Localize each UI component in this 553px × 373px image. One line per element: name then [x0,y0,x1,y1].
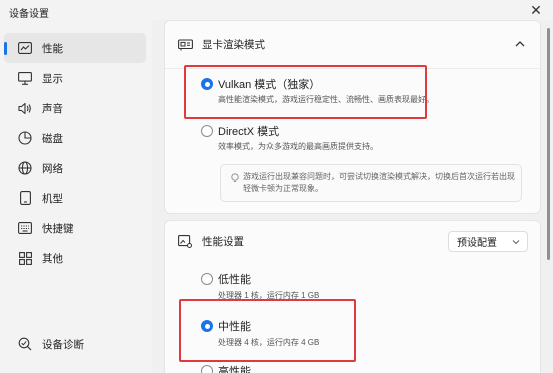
sidebar-item-label: 声音 [42,102,63,115]
radio-unselected[interactable] [201,125,213,137]
close-icon[interactable]: ✕ [529,4,543,18]
sidebar-item-label: 设备诊断 [42,338,84,351]
search-icon [17,336,33,352]
preset-select[interactable]: 预设配置 [448,231,528,252]
highlight-box-mid-perf [179,299,356,362]
radio-unselected[interactable] [201,273,213,285]
window-title: 设备设置 [9,8,49,20]
sidebar-item-label: 其他 [42,252,63,265]
monitor-icon [17,70,33,86]
sidebar: 性能 显示 声音 磁盘 网络 机型 快捷键 其他 设备诊断 [0,24,152,373]
lightbulb-icon [231,173,239,182]
sidebar-item-performance[interactable]: 性能 [4,33,146,63]
sidebar-item-model[interactable]: 机型 [4,183,146,213]
sidebar-item-disk[interactable]: 磁盘 [4,123,146,153]
speaker-icon [17,100,33,116]
active-indicator [4,42,7,55]
sidebar-item-diagnostics[interactable]: 设备诊断 [4,329,146,359]
sidebar-item-label: 网络 [42,162,63,175]
chevron-down-icon [512,240,520,245]
grid-icon [17,250,33,266]
scrollbar[interactable] [547,28,550,260]
sidebar-item-label: 快捷键 [42,222,74,235]
keyboard-icon [17,220,33,236]
sidebar-item-label: 磁盘 [42,132,63,145]
disk-icon [17,130,33,146]
option-label: DirectX 模式 [218,126,280,138]
select-value: 预设配置 [457,238,497,249]
phone-icon [17,190,33,206]
sidebar-item-label: 显示 [42,72,63,85]
sidebar-item-label: 性能 [42,42,63,55]
sidebar-item-other[interactable]: 其他 [4,243,146,273]
sidebar-item-label: 机型 [42,192,63,205]
section-title: 显卡渲染模式 [202,39,265,51]
section-title: 性能设置 [202,235,244,248]
option-label: 低性能 [218,274,251,286]
radio-unselected[interactable] [201,365,213,373]
globe-icon [17,160,33,176]
render-mode-header[interactable]: 显卡渲染模式 [165,21,540,69]
gpu-card-icon [177,37,193,53]
sidebar-item-display[interactable]: 显示 [4,63,146,93]
chart-icon [17,40,33,56]
highlight-box-vulkan [184,65,427,119]
info-tip: 游戏运行出现兼容问题时，可尝试切换渲染模式解决，切换后首次运行若出现轻微卡顿为正… [220,164,522,202]
image-settings-icon [177,233,193,249]
sidebar-item-shortcuts[interactable]: 快捷键 [4,213,146,243]
sidebar-item-sound[interactable]: 声音 [4,93,146,123]
tip-text: 游戏运行出现兼容问题时，可尝试切换渲染模式解决，切换后首次运行若出现轻微卡顿为正… [243,172,515,193]
option-label: 高性能 [218,366,251,373]
sidebar-item-network[interactable]: 网络 [4,153,146,183]
option-desc: 效率模式，为众多游戏的最高画质提供支持。 [218,142,378,151]
chevron-up-icon[interactable] [514,38,526,50]
